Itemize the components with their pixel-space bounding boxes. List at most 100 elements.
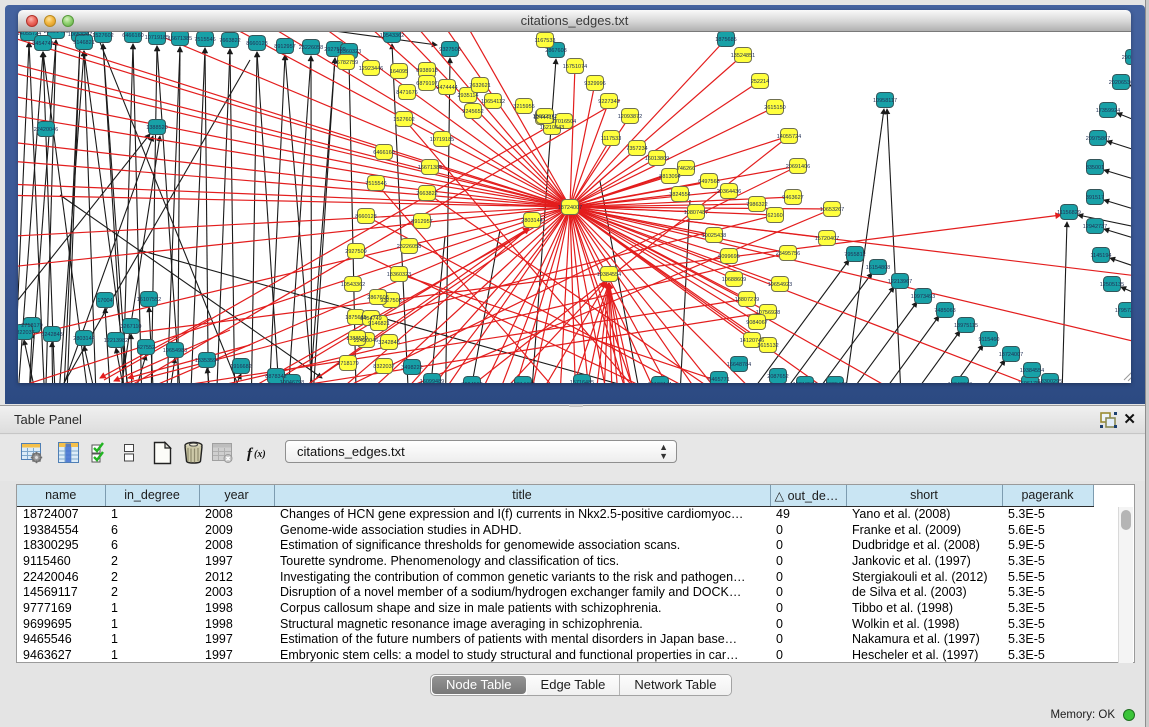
svg-text:1167533: 1167533 <box>534 38 555 44</box>
svg-text:1916682: 1916682 <box>230 364 251 370</box>
svg-text:9227343: 9227343 <box>598 99 619 105</box>
svg-text:8660128: 8660128 <box>246 41 267 47</box>
svg-text:12093872: 12093872 <box>618 114 642 120</box>
svg-text:19654983: 19654983 <box>163 348 187 354</box>
svg-text:252214: 252214 <box>751 79 769 85</box>
svg-text:8660128: 8660128 <box>355 214 376 220</box>
svg-text:3242848: 3242848 <box>378 340 399 346</box>
svg-text:7663822: 7663822 <box>416 191 437 197</box>
svg-text:23226058: 23226058 <box>299 45 323 51</box>
svg-text:7663822: 7663822 <box>219 38 240 44</box>
svg-text:16013809: 16013809 <box>645 156 669 162</box>
svg-text:10025438: 10025438 <box>702 233 726 239</box>
svg-text:2867608: 2867608 <box>545 48 566 54</box>
svg-text:7357234: 7357234 <box>626 146 647 152</box>
svg-text:7515546: 7515546 <box>365 181 386 187</box>
svg-text:7632621: 7632621 <box>469 83 490 89</box>
svg-text:6497568: 6497568 <box>698 179 719 185</box>
svg-text:746266: 746266 <box>677 166 695 172</box>
svg-text:16648784: 16648784 <box>727 362 751 368</box>
svg-text:3498222: 3498222 <box>401 365 422 371</box>
svg-text:6099695: 6099695 <box>718 254 739 260</box>
svg-text:1875685: 1875685 <box>715 37 736 43</box>
svg-text:23495756: 23495756 <box>776 251 800 257</box>
svg-text:2803144: 2803144 <box>521 218 542 224</box>
svg-text:10688609: 10688609 <box>722 277 746 283</box>
svg-text:18300295: 18300295 <box>1038 379 1062 383</box>
svg-text:18360323: 18360323 <box>337 49 361 55</box>
svg-text:15751074: 15751074 <box>563 64 587 70</box>
svg-text:16099489: 16099489 <box>420 379 444 383</box>
svg-text:9146821: 9146821 <box>368 321 389 327</box>
svg-text:427552: 427552 <box>137 345 155 351</box>
svg-text:10046798: 10046798 <box>280 380 304 383</box>
svg-text:8322037: 8322037 <box>373 364 394 370</box>
svg-text:391517: 391517 <box>1086 195 1104 201</box>
svg-text:1527602: 1527602 <box>92 33 113 39</box>
svg-text:10654112: 10654112 <box>481 99 505 105</box>
svg-text:8813094: 8813094 <box>659 174 680 180</box>
svg-text:10543362: 10543362 <box>341 282 365 288</box>
svg-text:10973493: 10973493 <box>911 294 935 300</box>
svg-text:17957223: 17957223 <box>1115 308 1131 314</box>
svg-text:2615150: 2615150 <box>764 105 785 111</box>
svg-text:20364436: 20364436 <box>717 189 741 195</box>
svg-text:13524851: 13524851 <box>731 53 755 59</box>
svg-text:16914479: 16914479 <box>511 382 535 383</box>
svg-text:16154808: 16154808 <box>866 265 890 271</box>
svg-text:18724007: 18724007 <box>558 205 582 211</box>
svg-text:18724007: 18724007 <box>999 352 1023 358</box>
svg-text:2867608: 2867608 <box>367 295 388 301</box>
svg-text:19218506: 19218506 <box>793 382 817 383</box>
svg-text:8938918: 8938918 <box>416 68 437 74</box>
svg-text:835001: 835001 <box>1086 165 1104 171</box>
svg-text:12942737: 12942737 <box>1083 224 1107 230</box>
svg-text:7986322: 7986322 <box>746 202 767 208</box>
svg-text:6879197: 6879197 <box>416 81 437 87</box>
svg-text:10807487: 10807487 <box>684 210 708 216</box>
svg-text:17004: 17004 <box>97 298 112 304</box>
svg-text:2718179: 2718179 <box>337 361 358 367</box>
svg-text:10543362: 10543362 <box>380 33 404 39</box>
svg-text:16782759: 16782759 <box>334 60 358 66</box>
svg-text:20691406: 20691406 <box>44 32 68 35</box>
svg-text:14055724: 14055724 <box>18 32 41 37</box>
svg-text:19654923: 19654923 <box>768 282 792 288</box>
svg-text:1388520: 1388520 <box>146 125 167 131</box>
svg-text:7955812: 7955812 <box>844 252 865 258</box>
svg-text:10653267: 10653267 <box>820 207 844 213</box>
svg-text:10958117: 10958117 <box>873 98 897 104</box>
svg-text:10719185: 10719185 <box>430 137 454 143</box>
svg-text:8912957: 8912957 <box>274 44 295 50</box>
svg-text:9474444: 9474444 <box>436 85 457 91</box>
svg-text:9084067: 9084067 <box>746 320 767 326</box>
svg-text:8471676: 8471676 <box>396 90 417 96</box>
svg-text:10653267: 10653267 <box>68 32 92 38</box>
svg-text:2803144: 2803144 <box>73 336 94 342</box>
svg-text:3824554: 3824554 <box>669 192 690 198</box>
svg-text:16671385: 16671385 <box>168 36 192 42</box>
svg-text:16210643: 16210643 <box>540 125 564 131</box>
svg-text:9329996: 9329996 <box>584 81 605 87</box>
svg-text:14055724: 14055724 <box>777 134 801 140</box>
svg-text:12213982: 12213982 <box>104 338 128 344</box>
svg-text:19384554: 19384554 <box>597 272 621 278</box>
svg-text:2718179: 2718179 <box>21 323 42 329</box>
svg-text:12505135: 12505135 <box>1100 282 1124 288</box>
svg-text:8454749: 8454749 <box>32 41 53 47</box>
svg-text:14136141: 14136141 <box>648 382 672 383</box>
svg-text:2087652: 2087652 <box>767 374 788 380</box>
svg-text:10719185: 10719185 <box>145 35 169 41</box>
svg-text:11156829: 11156829 <box>1057 210 1081 216</box>
svg-text:1117533: 1117533 <box>601 136 622 142</box>
svg-text:7485063: 7485063 <box>934 308 955 314</box>
svg-text:20206536: 20206536 <box>1109 80 1131 86</box>
svg-text:8912957: 8912957 <box>411 219 432 225</box>
svg-text:9245652: 9245652 <box>462 109 483 115</box>
svg-text:18807279: 18807279 <box>735 297 759 303</box>
svg-text:9327508: 9327508 <box>439 47 460 53</box>
svg-text:6466160: 6466160 <box>373 150 394 156</box>
svg-text:2927509: 2927509 <box>345 249 366 255</box>
svg-text:20975867: 20975867 <box>1086 136 1110 142</box>
svg-text:13353594: 13353594 <box>195 358 219 364</box>
